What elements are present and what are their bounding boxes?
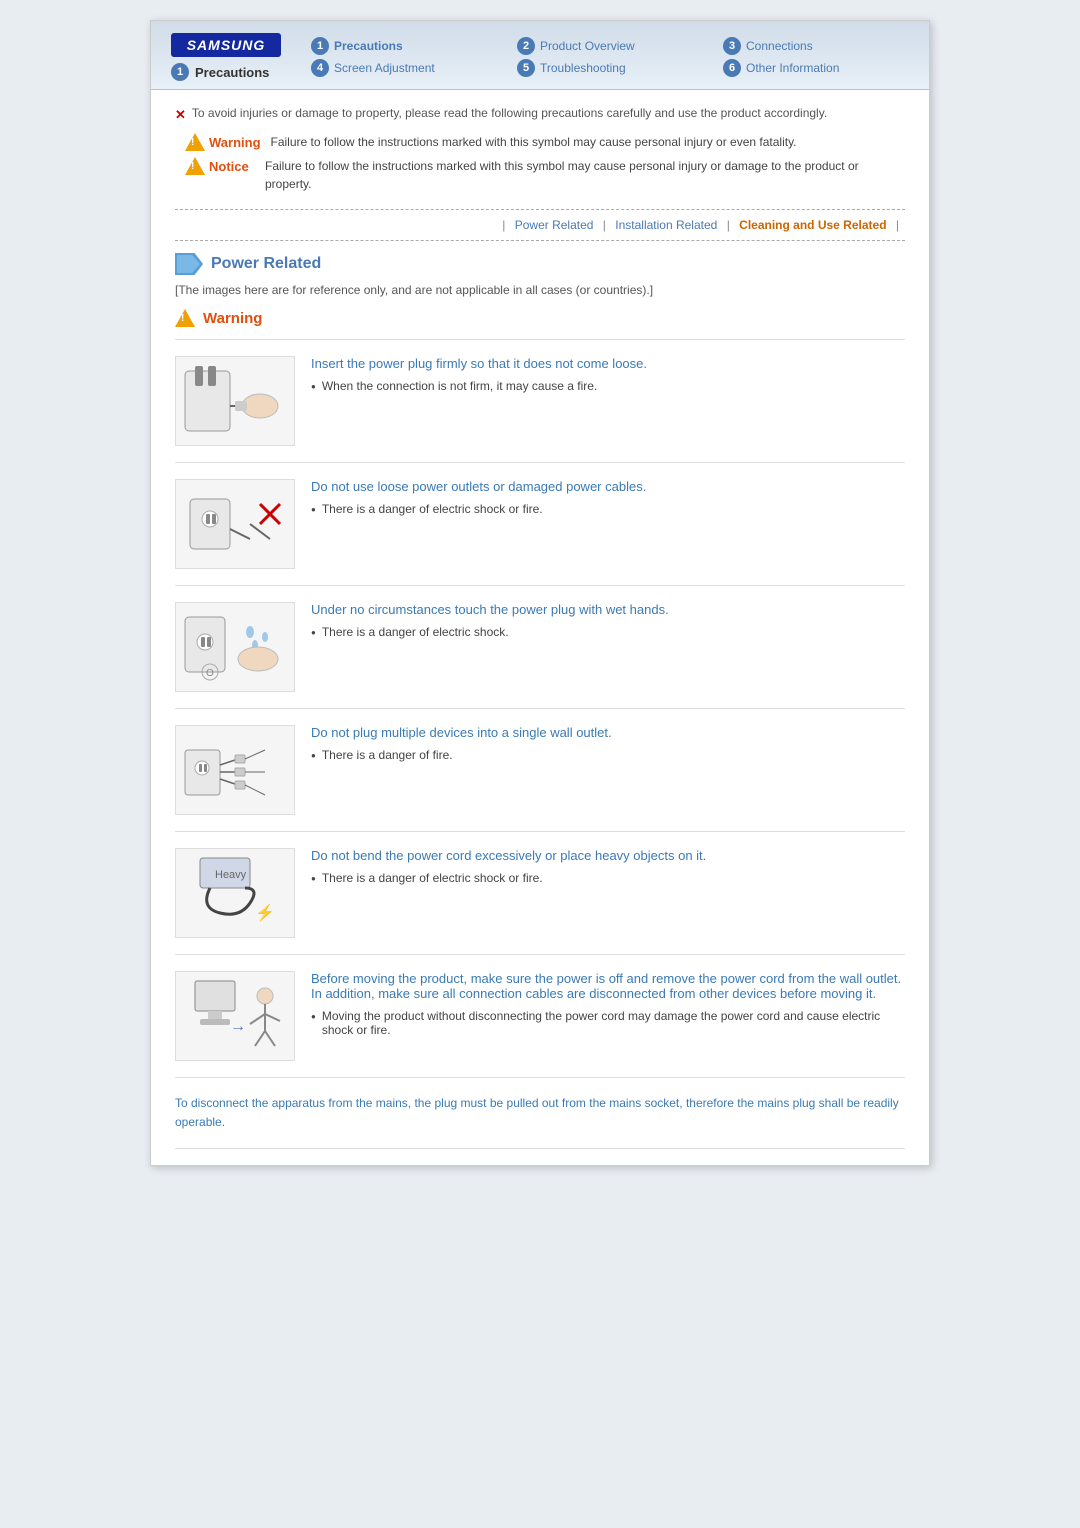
warning-items-section: Insert the power plug firmly so that it … [175, 339, 905, 1078]
logo-precautions-section: SAMSUNG 1 Precautions [171, 33, 281, 81]
warning-item-6: → Before moving the product, make sure t… [175, 955, 905, 1078]
nav-label-connections: Connections [746, 39, 813, 53]
nav-label-precautions: Precautions [334, 39, 403, 53]
warning-item-4: Do not plug multiple devices into a sing… [175, 709, 905, 832]
svg-text:O: O [206, 668, 214, 679]
item-content-3: Under no circumstances touch the power p… [311, 602, 905, 643]
warning-triangle-icon [185, 133, 205, 151]
sep1: | [502, 218, 505, 232]
item-content-4: Do not plug multiple devices into a sing… [311, 725, 905, 766]
item-image-5: Heavy ⚡ [175, 848, 295, 938]
precautions-label-text: Precautions [195, 65, 269, 80]
warning-label: Warning [209, 135, 261, 150]
item-title-1: Insert the power plug firmly so that it … [311, 356, 905, 371]
tab-link-installation-related[interactable]: Installation Related [615, 218, 717, 232]
item-title-4: Do not plug multiple devices into a sing… [311, 725, 905, 740]
item-bullets-6: Moving the product without disconnecting… [311, 1009, 905, 1037]
item-title-5: Do not bend the power cord excessively o… [311, 848, 905, 863]
warning-item-5: Heavy ⚡ Do not bend the power cord exces… [175, 832, 905, 955]
item-bullets-4: There is a danger of fire. [311, 748, 905, 762]
item-image-2 [175, 479, 295, 569]
item-content-5: Do not bend the power cord excessively o… [311, 848, 905, 889]
item-content-1: Insert the power plug firmly so that it … [311, 356, 905, 397]
item-image-6: → [175, 971, 295, 1061]
item-bullets-1: When the connection is not firm, it may … [311, 379, 905, 393]
tab-link-cleaning-use-related[interactable]: Cleaning and Use Related [739, 218, 886, 232]
item-title-2: Do not use loose power outlets or damage… [311, 479, 905, 494]
svg-text:→: → [230, 1018, 246, 1035]
notice-section: ✕ To avoid injuries or damage to propert… [175, 106, 905, 193]
item-bullet-2-1: There is a danger of electric shock or f… [311, 502, 905, 516]
warning-banner-label: Warning [203, 310, 262, 327]
item-title-3: Under no circumstances touch the power p… [311, 602, 905, 617]
sep4: | [896, 218, 899, 232]
item-bullets-5: There is a danger of electric shock or f… [311, 871, 905, 885]
notice-badge: Notice [185, 157, 255, 175]
item-image-1 [175, 356, 295, 446]
sep3: | [727, 218, 730, 232]
notice-intro: ✕ To avoid injuries or damage to propert… [175, 106, 905, 123]
nav-label-other-info: Other Information [746, 61, 839, 75]
power-related-title: Power Related [211, 255, 321, 273]
x-mark-icon: ✕ [175, 107, 186, 123]
warning-banner-icon [175, 309, 195, 327]
item-content-6: Before moving the product, make sure the… [311, 971, 905, 1041]
notice-label: Notice [209, 159, 249, 174]
tab-link-power-related[interactable]: Power Related [515, 218, 594, 232]
footer-note: To disconnect the apparatus from the mai… [175, 1078, 905, 1149]
item-bullet-5-1: There is a danger of electric shock or f… [311, 871, 905, 885]
precautions-number: 1 [171, 63, 189, 81]
nav-product-overview[interactable]: 2 Product Overview [517, 37, 703, 55]
nav-label-troubleshooting: Troubleshooting [540, 61, 626, 75]
warning-item: Warning Failure to follow the instructio… [185, 133, 905, 151]
nav-connections[interactable]: 3 Connections [723, 37, 909, 55]
item-bullet-6-1: Moving the product without disconnecting… [311, 1009, 905, 1037]
warning-banner: Warning [175, 309, 905, 327]
item-content-2: Do not use loose power outlets or damage… [311, 479, 905, 520]
nav-screen-adjustment[interactable]: 4 Screen Adjustment [311, 59, 497, 77]
sidebar-precautions: 1 Precautions [171, 63, 281, 81]
item-bullets-3: There is a danger of electric shock. [311, 625, 905, 639]
nav-num-1: 1 [311, 37, 329, 55]
nav-num-6: 6 [723, 59, 741, 77]
header: SAMSUNG 1 Precautions 1 Precautions 2 Pr… [151, 21, 929, 90]
nav-num-2: 2 [517, 37, 535, 55]
power-related-icon [175, 253, 203, 275]
item-bullet-1-1: When the connection is not firm, it may … [311, 379, 905, 393]
tab-links-section: | Power Related | Installation Related |… [175, 209, 905, 241]
warning-description: Failure to follow the instructions marke… [271, 133, 797, 151]
nav-num-4: 4 [311, 59, 329, 77]
svg-text:Heavy: Heavy [215, 869, 247, 881]
item-bullets-2: There is a danger of electric shock or f… [311, 502, 905, 516]
warning-item-3: O Under no circumstances touch the power… [175, 586, 905, 709]
nav-label-product-overview: Product Overview [540, 39, 635, 53]
notice-item: Notice Failure to follow the instruction… [185, 157, 905, 193]
nav-other-information[interactable]: 6 Other Information [723, 59, 909, 77]
notice-description: Failure to follow the instructions marke… [265, 157, 905, 193]
notice-intro-text: To avoid injuries or damage to property,… [192, 106, 827, 120]
main-content: ✕ To avoid injuries or damage to propert… [151, 90, 929, 1165]
warning-badge: Warning [185, 133, 261, 151]
item-bullet-3-1: There is a danger of electric shock. [311, 625, 905, 639]
nav-grid: 1 Precautions 2 Product Overview 3 Conne… [311, 37, 909, 77]
nav-precautions[interactable]: 1 Precautions [311, 37, 497, 55]
samsung-logo: SAMSUNG [171, 33, 281, 57]
sep2: | [603, 218, 606, 232]
nav-num-3: 3 [723, 37, 741, 55]
nav-troubleshooting[interactable]: 5 Troubleshooting [517, 59, 703, 77]
warning-item-1: Insert the power plug firmly so that it … [175, 340, 905, 463]
item-title-6: Before moving the product, make sure the… [311, 971, 905, 1001]
nav-label-screen-adjustment: Screen Adjustment [334, 61, 435, 75]
item-image-4 [175, 725, 295, 815]
item-image-3: O [175, 602, 295, 692]
warning-item-2: Do not use loose power outlets or damage… [175, 463, 905, 586]
warning-notice-items: Warning Failure to follow the instructio… [185, 133, 905, 193]
power-related-heading: Power Related [175, 253, 905, 275]
nav-num-5: 5 [517, 59, 535, 77]
reference-note: [The images here are for reference only,… [175, 283, 905, 297]
item-bullet-4-1: There is a danger of fire. [311, 748, 905, 762]
svg-text:⚡: ⚡ [255, 903, 275, 922]
notice-triangle-icon [185, 157, 205, 175]
